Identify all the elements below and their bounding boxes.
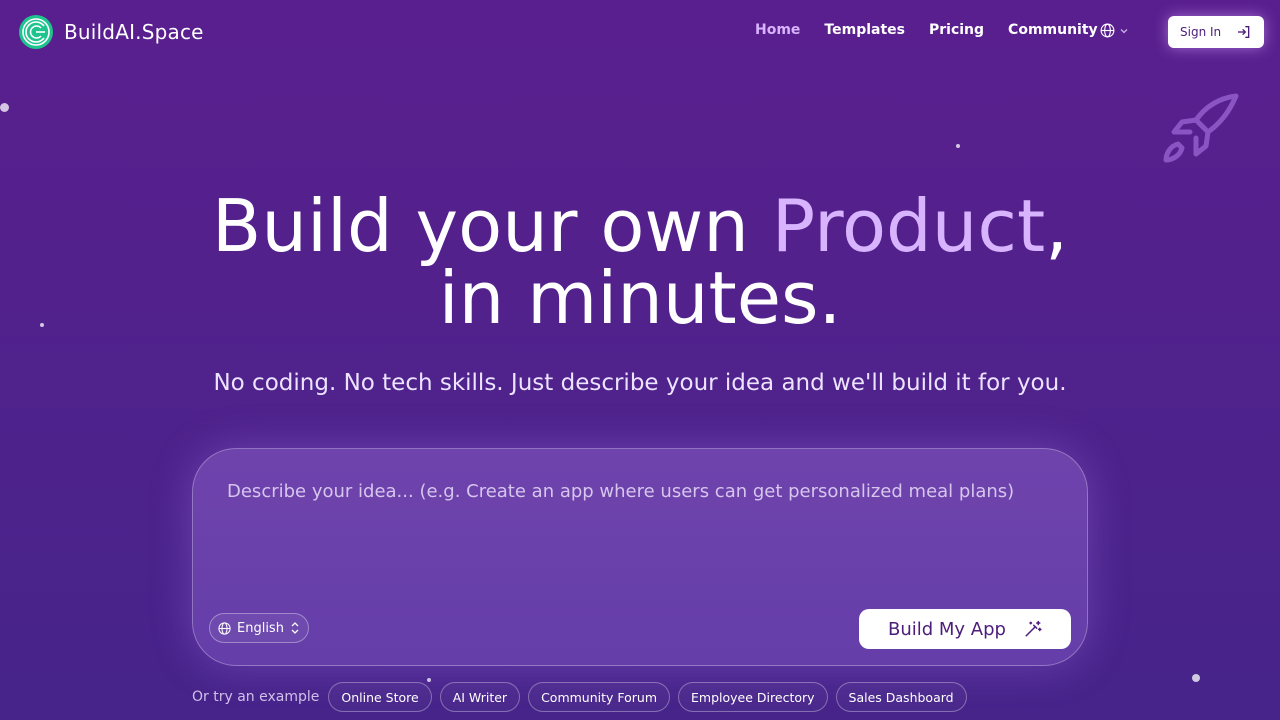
nav-templates[interactable]: Templates	[824, 22, 905, 38]
hero-title: Build your own Product, in minutes.	[0, 190, 1280, 334]
magic-wand-icon	[1025, 620, 1042, 637]
brand-logo[interactable]: BuildAI.Space	[18, 14, 204, 50]
globe-icon	[218, 621, 231, 635]
nav-community[interactable]: Community	[1008, 22, 1098, 38]
nav-home[interactable]: Home	[755, 22, 800, 38]
nav-pricing[interactable]: Pricing	[929, 22, 984, 38]
main-nav: Home Templates Pricing Community	[755, 22, 1098, 38]
language-select-value: English	[237, 620, 284, 636]
idea-prompt-card: English Build My App	[192, 448, 1088, 666]
sign-in-button[interactable]: Sign In	[1168, 16, 1264, 48]
decor-dot	[956, 144, 960, 148]
example-chip-sales-dashboard[interactable]: Sales Dashboard	[835, 682, 967, 712]
hero-title-line2: in minutes.	[438, 256, 842, 340]
example-chip-employee-directory[interactable]: Employee Directory	[678, 682, 828, 712]
chevron-down-icon	[1120, 28, 1128, 33]
build-my-app-label: Build My App	[888, 618, 1006, 640]
rocket-icon	[1163, 93, 1239, 163]
examples-label: Or try an example	[192, 689, 320, 705]
language-switcher[interactable]	[1099, 22, 1130, 39]
idea-input[interactable]	[225, 479, 1059, 603]
sign-in-label: Sign In	[1180, 25, 1222, 39]
chevron-updown-icon	[291, 622, 299, 634]
decor-dot	[1192, 674, 1200, 682]
brand-name: BuildAI.Space	[64, 20, 204, 44]
sign-in-icon	[1238, 26, 1250, 38]
hero-title-suffix: ,	[1045, 184, 1069, 268]
hero-subtitle: No coding. No tech skills. Just describe…	[213, 370, 1067, 396]
logo-icon	[19, 15, 53, 49]
decor-dot	[0, 103, 9, 112]
example-chip-online-store[interactable]: Online Store	[328, 682, 432, 712]
example-chip-ai-writer[interactable]: AI Writer	[439, 682, 521, 712]
build-my-app-button[interactable]: Build My App	[859, 609, 1071, 649]
example-chip-community-forum[interactable]: Community Forum	[528, 682, 671, 712]
globe-icon	[1100, 23, 1115, 38]
language-select[interactable]: English	[209, 613, 309, 643]
example-suggestions: Or try an example Online Store AI Writer…	[192, 682, 967, 712]
